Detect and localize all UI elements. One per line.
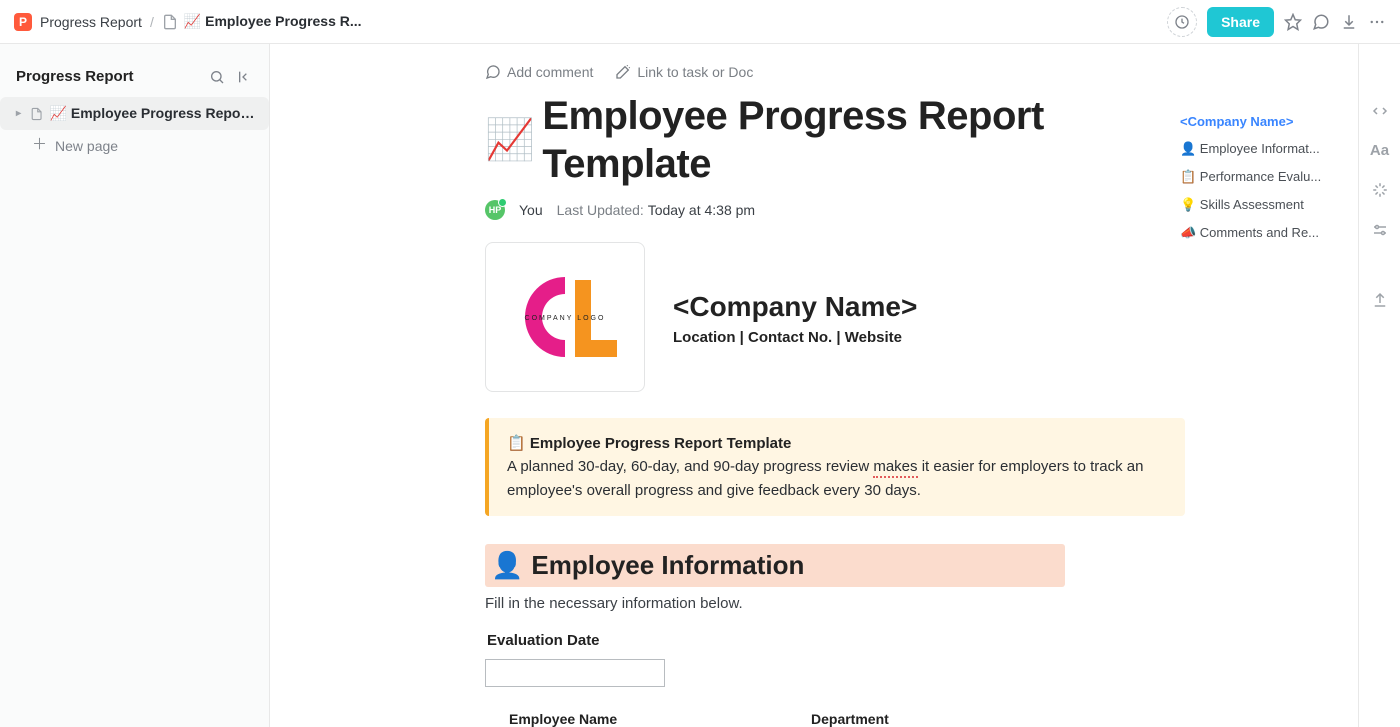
callout[interactable]: 📋 Employee Progress Report Template A pl… bbox=[485, 418, 1185, 516]
outline-item[interactable]: 💡 Skills Assessment bbox=[1180, 191, 1340, 219]
sidebar-title: Progress Report bbox=[16, 68, 134, 85]
arrows-horizontal-icon bbox=[1371, 102, 1389, 120]
breadcrumb-separator: / bbox=[150, 14, 154, 30]
sidebar-new-page-label: New page bbox=[55, 138, 118, 154]
company-header: COMPANY LOGO <Company Name> Location | C… bbox=[485, 242, 1185, 392]
outline-item[interactable]: 👤 Employee Informat... bbox=[1180, 135, 1340, 163]
outline-item[interactable]: 📋 Performance Evalu... bbox=[1180, 163, 1340, 191]
document-icon bbox=[162, 14, 178, 30]
doc-meta: HP You Last Updated: Today at 4:38 pm bbox=[485, 200, 1185, 220]
main: Add comment Link to task or Doc 📈 Employ… bbox=[270, 44, 1400, 727]
section-employee-info-heading[interactable]: 👤 Employee Information bbox=[485, 544, 1065, 587]
sidebar: Progress Report ▸ 📈 Employee Progress Re… bbox=[0, 44, 270, 727]
search-icon bbox=[209, 69, 225, 85]
outline-item[interactable]: 📣 Comments and Re... bbox=[1180, 219, 1340, 247]
comment-plus-icon bbox=[485, 64, 501, 80]
clock-icon bbox=[1174, 14, 1190, 30]
avatar[interactable]: HP bbox=[485, 200, 505, 220]
callout-body: A planned 30-day, 60-day, and 90-day pro… bbox=[507, 455, 1167, 502]
doc-toolbar: Add comment Link to task or Doc bbox=[485, 58, 1185, 92]
person-icon: 👤 bbox=[491, 550, 523, 581]
page-title[interactable]: 📈 Employee Progress Report Template bbox=[485, 92, 1185, 188]
rail-export-button[interactable] bbox=[1371, 291, 1389, 309]
callout-title: Employee Progress Report Template bbox=[530, 435, 791, 452]
document: Add comment Link to task or Doc 📈 Employ… bbox=[485, 44, 1185, 727]
more-button[interactable] bbox=[1368, 13, 1386, 31]
employee-name-label: Employee Name bbox=[485, 711, 787, 727]
company-name[interactable]: <Company Name> bbox=[673, 291, 1185, 323]
breadcrumb-doc[interactable]: 📈 Employee Progress R... bbox=[162, 13, 362, 30]
link-task-button[interactable]: Link to task or Doc bbox=[615, 64, 753, 80]
workspace-badge: P bbox=[14, 13, 32, 31]
clipboard-icon: 📋 bbox=[507, 435, 526, 452]
right-rail: Aa bbox=[1358, 44, 1400, 727]
add-comment-button[interactable]: Add comment bbox=[485, 64, 593, 80]
layout: Progress Report ▸ 📈 Employee Progress Re… bbox=[0, 44, 1400, 727]
company-logo-icon: COMPANY LOGO bbox=[505, 262, 625, 372]
favorite-button[interactable] bbox=[1284, 13, 1302, 31]
comment-icon bbox=[1312, 13, 1330, 31]
breadcrumb-root[interactable]: Progress Report bbox=[40, 14, 142, 30]
title-emoji-icon: 📈 bbox=[485, 116, 534, 164]
sliders-icon bbox=[1371, 221, 1389, 239]
download-icon bbox=[1340, 13, 1358, 31]
company-subline[interactable]: Location | Contact No. | Website bbox=[673, 329, 1185, 346]
rail-ai-button[interactable] bbox=[1371, 181, 1389, 199]
svg-text:COMPANY LOGO: COMPANY LOGO bbox=[525, 315, 606, 322]
spellcheck-squiggle: makes bbox=[873, 458, 917, 478]
sparkle-icon bbox=[1371, 181, 1389, 199]
sidebar-new-page[interactable]: ＋ New page bbox=[0, 130, 269, 162]
breadcrumb: P Progress Report / 📈 Employee Progress … bbox=[14, 13, 362, 31]
comments-button[interactable] bbox=[1312, 13, 1330, 31]
last-updated: Last Updated: Today at 4:38 pm bbox=[557, 202, 755, 218]
sidebar-search-button[interactable] bbox=[209, 69, 225, 85]
rail-settings-button[interactable] bbox=[1371, 221, 1389, 239]
evaluation-date-input[interactable] bbox=[485, 659, 665, 687]
star-icon bbox=[1284, 13, 1302, 31]
table-header-row: Employee Name Department bbox=[485, 711, 1089, 727]
collapse-icon bbox=[237, 69, 253, 85]
author-name: You bbox=[519, 202, 543, 218]
download-button[interactable] bbox=[1340, 13, 1358, 31]
outline: <Company Name> 👤 Employee Informat... 📋 … bbox=[1180, 108, 1340, 247]
department-label: Department bbox=[787, 711, 1089, 727]
evaluation-date-label: Evaluation Date bbox=[487, 632, 1185, 649]
history-button[interactable] bbox=[1167, 7, 1197, 37]
share-button[interactable]: Share bbox=[1207, 7, 1274, 37]
topbar: P Progress Report / 📈 Employee Progress … bbox=[0, 0, 1400, 44]
topbar-actions: Share bbox=[1167, 7, 1386, 37]
more-horizontal-icon bbox=[1368, 13, 1386, 31]
outline-item[interactable]: <Company Name> bbox=[1180, 108, 1340, 135]
sidebar-item-doc[interactable]: ▸ 📈 Employee Progress Report Temp... bbox=[0, 97, 269, 130]
sidebar-item-label: 📈 Employee Progress Report Temp... bbox=[50, 105, 259, 122]
plus-icon: ＋ bbox=[32, 138, 47, 154]
caret-right-icon: ▸ bbox=[16, 108, 24, 119]
sidebar-header: Progress Report bbox=[0, 60, 269, 97]
company-logo[interactable]: COMPANY LOGO bbox=[485, 242, 645, 392]
upload-icon bbox=[1371, 291, 1389, 309]
rail-width-button[interactable] bbox=[1371, 102, 1389, 120]
section-instruction[interactable]: Fill in the necessary information below. bbox=[485, 595, 1185, 612]
rail-typography-button[interactable]: Aa bbox=[1370, 142, 1389, 159]
document-icon bbox=[30, 106, 43, 122]
wand-icon bbox=[615, 64, 631, 80]
sidebar-collapse-button[interactable] bbox=[237, 69, 253, 85]
